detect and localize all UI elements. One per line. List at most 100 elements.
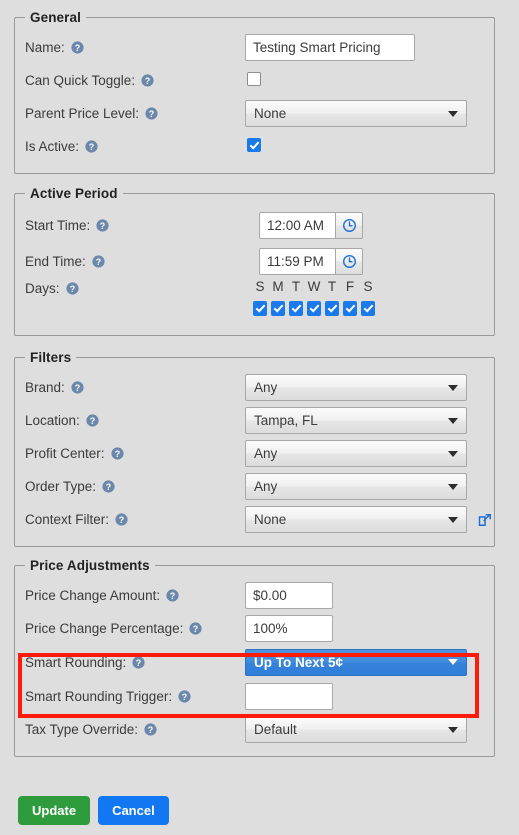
help-icon[interactable]: ? [92,254,105,268]
end-time-input[interactable] [259,247,335,275]
order-type-select[interactable]: Any [245,473,467,500]
smart-rounding-trigger-input[interactable] [245,682,333,710]
row-start-time: Start Time: ? [15,207,494,243]
label-price-change-percentage-text: Price Change Percentage: [25,621,184,636]
day-checkbox-saturday[interactable] [361,301,375,316]
svg-text:?: ? [149,109,154,119]
help-icon[interactable]: ? [189,622,202,635]
help-icon[interactable]: ? [110,447,124,460]
ctl-smart-rounding-trigger [245,682,333,710]
label-is-active: Is Active: ? [25,139,98,154]
day-checkbox-tuesday[interactable] [289,301,303,316]
day-checkbox-wednesday[interactable] [307,301,321,316]
day-initial-monday: M [272,279,284,294]
active-period-rows: Start Time: ? End Time: [15,201,494,325]
can-quick-toggle-checkbox[interactable] [247,72,261,86]
row-smart-rounding-trigger: Smart Rounding Trigger: ? [15,679,494,713]
price-adjustments-rows: Price Change Amount: ? Price Change Perc… [15,573,494,746]
section-active-period-legend: Active Period [30,186,118,201]
price-change-percentage-input[interactable] [245,615,333,642]
cancel-button[interactable]: Cancel [98,796,169,825]
label-parent-price-level: Parent Price Level: ? [25,106,158,121]
label-order-type-text: Order Type: [25,479,97,494]
day-checkbox-friday[interactable] [343,301,357,316]
ctl-context-filter: None [245,506,467,533]
help-icon[interactable]: ? [85,140,98,153]
day-slot-monday [269,301,287,316]
label-smart-rounding-trigger-text: Smart Rounding Trigger: [25,688,173,704]
help-icon[interactable]: ? [132,655,145,669]
tax-type-override-select[interactable]: Default [245,716,467,743]
tax-type-override-value: Default [254,722,297,737]
label-end-time-text: End Time: [25,253,86,269]
day-checkbox-sunday[interactable] [253,301,267,316]
label-brand-text: Brand: [25,380,65,395]
help-icon[interactable]: ? [71,41,84,54]
label-price-change-amount-text: Price Change Amount: [25,588,161,603]
location-select[interactable]: Tampa, FL [245,407,467,434]
svg-text:?: ? [100,220,105,230]
chevron-down-icon [448,483,458,490]
help-icon[interactable]: ? [96,218,109,232]
clock-icon[interactable] [335,247,363,275]
label-start-time-text: Start Time: [25,217,91,233]
svg-text:?: ? [114,449,119,459]
day-initial-thursday: T [327,279,337,294]
svg-text:?: ? [96,256,101,266]
end-time-group [259,247,363,275]
profit-center-select[interactable]: Any [245,440,467,467]
label-price-change-percentage: Price Change Percentage: ? [25,621,202,636]
brand-select[interactable]: Any [245,374,467,401]
help-icon[interactable]: ? [115,513,128,526]
section-general: General Name: ? Can Quick Toggle: ? [14,10,495,174]
label-location: Location: ? [25,413,99,428]
day-slot-tuesday [287,301,305,316]
start-time-input[interactable] [259,211,335,239]
section-general-legend: General [30,10,81,25]
help-icon[interactable]: ? [86,414,99,427]
is-active-checkbox[interactable] [247,138,261,152]
order-type-value: Any [254,479,278,494]
row-profit-center: Profit Center: ? Any [15,437,494,470]
label-days: Days: ? [25,281,79,296]
update-button[interactable]: Update [18,796,91,825]
help-icon[interactable]: ? [178,689,191,703]
row-smart-rounding: Smart Rounding: ? Up To Next 5¢ [15,645,494,679]
price-level-form: General Name: ? Can Quick Toggle: ? [0,0,519,835]
parent-price-level-select[interactable]: None [245,100,467,127]
chevron-down-icon [448,384,458,391]
help-icon[interactable]: ? [102,480,115,493]
row-price-change-amount: Price Change Amount: ? [15,579,494,612]
day-slot-thursday [323,301,341,316]
label-parent-price-level-text: Parent Price Level: [25,106,140,121]
label-location-text: Location: [25,413,80,428]
help-icon[interactable]: ? [166,589,179,602]
day-initial-tuesday: T [291,279,301,294]
help-icon[interactable]: ? [144,723,157,736]
row-price-change-percentage: Price Change Percentage: ? [15,612,494,645]
context-filter-value: None [254,512,287,527]
external-link-icon[interactable] [477,512,493,528]
label-name-text: Name: [25,40,65,55]
ctl-price-change-amount [245,582,333,609]
help-icon[interactable]: ? [145,107,158,120]
day-checkbox-monday[interactable] [271,301,285,316]
day-checkbox-thursday[interactable] [325,301,339,316]
clock-icon[interactable] [335,211,363,239]
svg-text:?: ? [90,416,95,426]
name-input[interactable] [245,34,415,61]
help-icon[interactable]: ? [141,74,154,87]
svg-text:?: ? [193,624,198,634]
help-icon[interactable]: ? [65,282,79,295]
section-active-period: Active Period Start Time: ? 12:00 AM End… [14,186,495,336]
label-brand: Brand: ? [25,380,84,395]
label-is-active-text: Is Active: [25,139,80,154]
price-change-amount-input[interactable] [245,582,333,609]
context-filter-select[interactable]: None [245,506,467,533]
section-price-adjustments: Price Adjustments Price Change Amount: ?… [14,558,495,757]
smart-rounding-select[interactable]: Up To Next 5¢ [245,648,467,676]
row-context-filter: Context Filter: ? None [15,503,494,536]
help-icon[interactable]: ? [71,381,84,394]
section-filters: Filters Brand: ? Any Location: ? Tampa, … [14,350,495,547]
ctl-price-change-percentage [245,615,333,642]
